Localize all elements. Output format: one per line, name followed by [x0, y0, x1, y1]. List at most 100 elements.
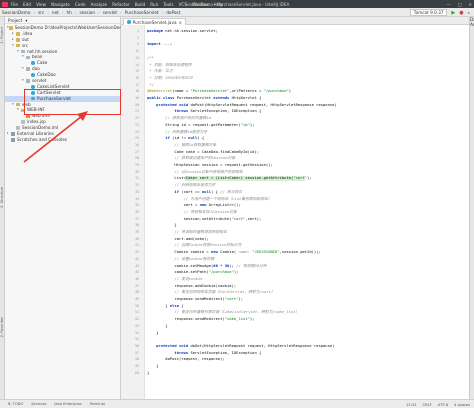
code-line[interactable]: 54 }	[135, 330, 473, 337]
tree-node[interactable]: Scratches and Consoles	[5, 137, 120, 143]
breadcrumb-item[interactable]: src	[38, 10, 44, 15]
menu-item-analyze[interactable]: Analyze	[91, 2, 108, 7]
code-line[interactable]: 51 // 重定向到蛋糕列表页面（CakeListServlet，映射为/cak…	[135, 309, 473, 316]
code-line[interactable]: 27 Cake cake = CakeDao.findCakeById(id);	[135, 149, 473, 156]
code-line[interactable]: 36 // 将购物车存入Session对象	[135, 209, 473, 216]
code-line[interactable]: 26 // 按照id获取蛋糕对象	[135, 142, 473, 149]
code-line[interactable]: 42 Cookie cookie = new Cookie( name: "JS…	[135, 249, 473, 256]
code-line[interactable]: 49 response.sendRedirect("cart");	[135, 296, 473, 303]
status-item[interactable]: CRLF	[423, 403, 432, 407]
code-line[interactable]: 59 }	[135, 363, 473, 370]
code-line[interactable]: 28 // 获取或创建用户的Session对象	[135, 155, 473, 162]
code-line[interactable]: 44 cookie.setMaxAge(60 * 30); // 有效期30分钟	[135, 263, 473, 270]
code-line[interactable]: 13 /**	[135, 55, 473, 62]
run-icon[interactable]: ▶	[451, 10, 455, 16]
tab-purchaseservlet[interactable]: PurchaseServlet.java ×	[123, 18, 187, 25]
code-line[interactable]: 38 }	[135, 222, 473, 229]
breadcrumb-separator-icon: ›	[98, 9, 100, 15]
code-line[interactable]: 35 cart = new ArrayList<>();	[135, 202, 473, 209]
code-line[interactable]: 50 } else {	[135, 303, 473, 310]
status-item[interactable]: 4 spaces	[454, 403, 470, 407]
close-icon[interactable]: ×	[179, 20, 183, 25]
code-line[interactable]: 25 if (id != null) {	[135, 135, 473, 142]
breadcrumb-item[interactable]: hh	[66, 10, 71, 15]
code-line[interactable]: 40 cart.add(cake);	[135, 236, 473, 243]
code-line[interactable]: 41 // 创建Cookie存放Session的标识号	[135, 242, 473, 249]
code-editor[interactable]: 1 package net.hh.session.servlet; 2 3 import…	[121, 25, 474, 399]
breadcrumb-item[interactable]: PurchaseServlet	[125, 10, 159, 15]
code-line[interactable]: 15 * 作者：华卫	[135, 68, 473, 75]
menu-item-view[interactable]: View	[36, 2, 46, 7]
menu-item-edit[interactable]: Edit	[23, 2, 31, 7]
menu-item-help[interactable]: Help	[214, 2, 224, 7]
code-line[interactable]: 20 protected void doPost(HttpServletRequ…	[135, 102, 473, 109]
code-line[interactable]: 30 // 从Session对象中获得用户的购物车	[135, 169, 473, 176]
code-line[interactable]: 14 * 功能：购物车处理程序	[135, 62, 473, 69]
chevron-down-icon[interactable]: ▾	[25, 18, 27, 23]
code-line[interactable]: 19 public class PurchaseServlet extends H…	[135, 95, 473, 102]
breadcrumb-item[interactable]: session	[79, 10, 95, 15]
status-tab[interactable]: 6: TODO	[8, 402, 23, 406]
status-item[interactable]: 22:31	[406, 403, 416, 407]
minimize-icon[interactable]: —	[446, 2, 450, 7]
menu-item-window[interactable]: Window	[192, 2, 209, 7]
code-line[interactable]: 33 if (cart == null) { // 首次购买	[135, 189, 473, 196]
menu-item-code[interactable]: Code	[75, 2, 86, 7]
code-line[interactable]: 12	[135, 48, 473, 55]
code-line[interactable]: 16 * 日期：2020年9月20日	[135, 75, 473, 82]
status-tab[interactable]: Java Enterprise	[54, 402, 81, 406]
code-area[interactable]: 1 package net.hh.session.servlet; 2 3 import…	[135, 25, 473, 399]
breadcrumb-item[interactable]: SessionDemo	[2, 10, 30, 15]
debug-icon[interactable]: ●	[459, 10, 463, 16]
code-line[interactable]: 47 response.addCookie(cookie);	[135, 283, 473, 290]
code-line[interactable]: 2	[137, 35, 473, 42]
code-line[interactable]: 21 throws ServletException, IOException …	[135, 108, 473, 115]
close-icon[interactable]: ✕	[468, 2, 472, 7]
code-line[interactable]: 22 // 获取用户购买的蛋糕id	[135, 115, 473, 122]
code-line[interactable]: 17 */	[135, 82, 473, 89]
breadcrumb-item[interactable]: doPost	[166, 10, 180, 15]
code-line[interactable]: 60}	[135, 370, 473, 377]
status-tab[interactable]: Terminal	[90, 402, 105, 406]
tool-window-right-2[interactable]: Ant	[470, 22, 474, 27]
status-item[interactable]: UTF-8	[438, 403, 448, 407]
line-number: 26	[135, 142, 139, 147]
code-line[interactable]: 37 session.setAttribute("cart",cart);	[135, 216, 473, 223]
status-tab[interactable]: Services	[31, 402, 46, 406]
code-line[interactable]: 34 // 为用户创建一个购物车（List集合模拟购物车）	[135, 196, 473, 203]
menu-item-tools[interactable]: Tools	[163, 2, 173, 7]
code-line[interactable]: 56 protected void doGet(HttpServletReque…	[135, 343, 473, 350]
menu-item-vcs[interactable]: VCS	[179, 2, 187, 7]
breadcrumb-item[interactable]: net	[52, 10, 59, 15]
code-line[interactable]: 45 cookie.setPath("/purchase");	[135, 269, 473, 276]
code-line[interactable]: 31 List<Cake> cart = (List<Cake>) sessio…	[135, 175, 473, 182]
search-icon[interactable]: ⌕	[468, 10, 470, 15]
code-line[interactable]: 48 // 重定向到购物车页面（CartServlet，映射为/cart）	[135, 289, 473, 296]
code-line[interactable]: 46 // 发送cookie	[135, 276, 473, 283]
maximize-icon[interactable]: □	[458, 2, 462, 7]
menu-item-file[interactable]: File	[11, 2, 18, 7]
menu-item-refactor[interactable]: Refactor	[112, 2, 130, 7]
project-panel-title[interactable]: Project	[8, 18, 22, 23]
menu-item-navigate[interactable]: Navigate	[51, 2, 70, 7]
code-line[interactable]: 1 package net.hh.session.servlet;	[137, 28, 473, 35]
code-token: );	[307, 175, 312, 181]
run-configuration-select[interactable]: Tomcat 9.0.37	[409, 9, 448, 16]
code-line[interactable]: 57 throws ServletException, IOException …	[135, 350, 473, 357]
code-token: "cart"	[224, 296, 239, 301]
code-line[interactable]: 39 // 将选购的蛋糕添加到购物车	[135, 229, 473, 236]
menu-item-run[interactable]: Run	[150, 2, 158, 7]
code-line[interactable]: 18 @WebServlet(name = "PurchaseServlet",u…	[135, 88, 473, 95]
breadcrumb-item[interactable]: servlet	[103, 10, 117, 15]
code-line[interactable]: 32 // 判断购物车是否为空	[135, 182, 473, 189]
code-line[interactable]: 23 String id = request.getParameter("id"…	[135, 122, 473, 129]
code-line[interactable]: 29 HttpSession session = request.getSess…	[135, 162, 473, 169]
code-line[interactable]: 24 // 判断蛋糕id是否为空	[135, 129, 473, 136]
code-line[interactable]: 43 // 设置cookie有效期	[135, 256, 473, 263]
code-line[interactable]: 55	[135, 336, 473, 343]
code-line[interactable]: 52 response.sendRedirect("cake_list");	[135, 316, 473, 323]
code-line[interactable]: 3 import ...;	[137, 41, 473, 48]
code-line[interactable]: 53 }	[135, 323, 473, 330]
code-line[interactable]: 58 doPost(request, response);	[135, 356, 473, 363]
menu-item-build[interactable]: Build	[135, 2, 146, 7]
